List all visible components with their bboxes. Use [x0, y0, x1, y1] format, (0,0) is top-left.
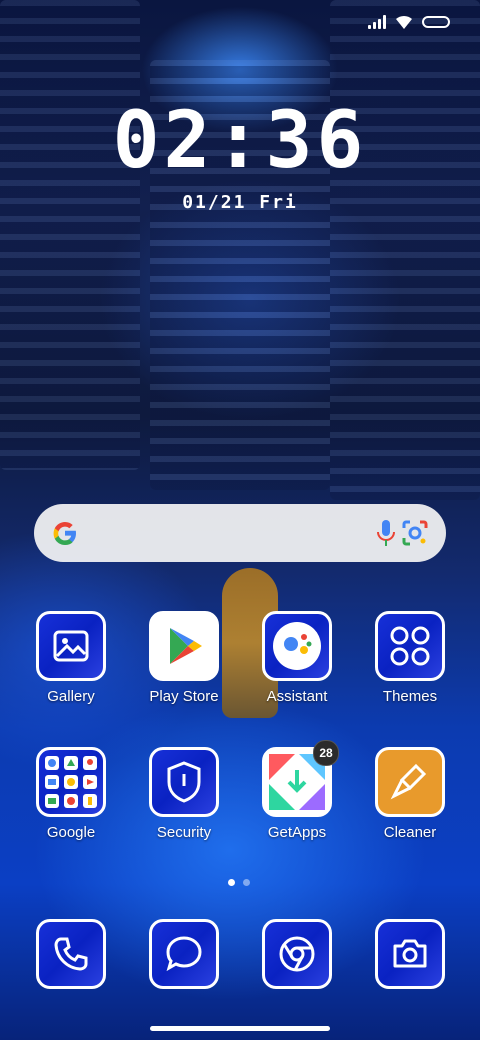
dock-phone[interactable]	[21, 919, 121, 989]
app-label: Google	[46, 824, 96, 841]
gallery-icon[interactable]	[36, 611, 106, 681]
signal-icon	[368, 15, 386, 29]
themes-icon[interactable]	[375, 611, 445, 681]
app-label: Gallery	[47, 688, 95, 705]
app-play-store[interactable]: Play Store	[134, 611, 234, 705]
app-label: Security	[156, 824, 212, 841]
app-themes[interactable]: Themes	[360, 611, 460, 705]
app-label: Cleaner	[383, 824, 437, 841]
google-search-bar[interactable]	[34, 504, 446, 562]
home-indicator[interactable]	[150, 1026, 330, 1031]
status-bar	[368, 14, 450, 30]
play-store-icon[interactable]	[149, 611, 219, 681]
chrome-icon[interactable]	[262, 919, 332, 989]
battery-icon	[422, 16, 450, 28]
dock-camera[interactable]	[360, 919, 460, 989]
app-cleaner[interactable]: Cleaner	[360, 747, 460, 841]
google-folder-icon[interactable]	[36, 747, 106, 817]
microphone-icon[interactable]	[374, 518, 398, 548]
assistant-icon[interactable]	[262, 611, 332, 681]
app-label: Themes	[382, 688, 438, 705]
dock-chrome[interactable]	[247, 919, 347, 989]
dock-messages[interactable]	[134, 919, 234, 989]
app-folder-google[interactable]: Google	[21, 747, 121, 841]
cleaner-icon[interactable]	[375, 747, 445, 817]
google-logo-icon	[53, 522, 76, 545]
camera-icon[interactable]	[375, 919, 445, 989]
wifi-icon	[396, 15, 412, 29]
app-getapps[interactable]: 28 GetApps	[247, 740, 347, 841]
clock-date[interactable]: 01/21 Fri	[0, 192, 480, 213]
clock-time[interactable]: 02:36	[0, 96, 480, 186]
page-dot-active	[228, 879, 235, 886]
lens-icon[interactable]	[400, 518, 430, 548]
messages-icon[interactable]	[149, 919, 219, 989]
app-gallery[interactable]: Gallery	[21, 611, 121, 705]
page-dot	[243, 879, 250, 886]
security-icon[interactable]	[149, 747, 219, 817]
app-label: Play Store	[149, 688, 219, 705]
page-indicator	[228, 879, 250, 886]
getapps-icon[interactable]: 28	[262, 740, 339, 817]
app-label: GetApps	[267, 824, 327, 841]
app-security[interactable]: Security	[134, 747, 234, 841]
app-label: Assistant	[266, 688, 328, 705]
app-assistant[interactable]: Assistant	[247, 611, 347, 705]
phone-icon[interactable]	[36, 919, 106, 989]
notification-badge: 28	[313, 740, 339, 766]
